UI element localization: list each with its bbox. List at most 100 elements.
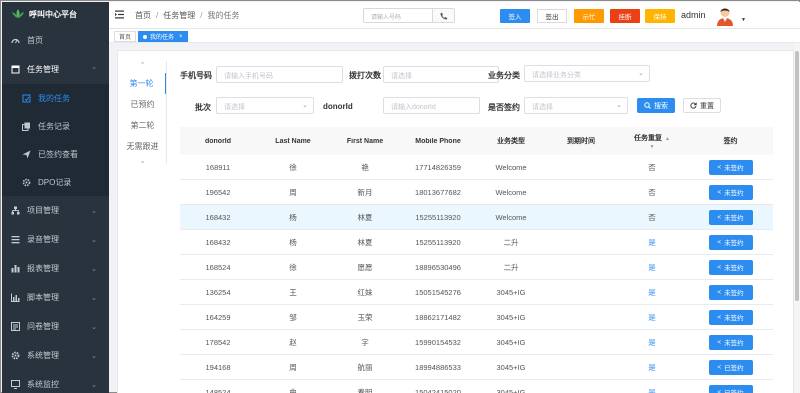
sidebar-item-system-management[interactable]: 系统管理 ⌄ bbox=[2, 341, 109, 370]
sign-status-label: 未签约 bbox=[724, 265, 744, 272]
cell-first-name: 航丽 bbox=[357, 362, 373, 372]
sidebar-item-project-management[interactable]: 项目管理 ⌄ bbox=[2, 196, 109, 225]
form-icon bbox=[11, 322, 20, 331]
sidebar-item-task-records[interactable]: 任务记录 bbox=[2, 112, 109, 140]
caret-down-icon[interactable]: ▼ bbox=[741, 17, 746, 23]
active-dot bbox=[143, 34, 147, 39]
refresh-icon bbox=[690, 102, 697, 109]
lotus-logo-icon bbox=[12, 9, 24, 18]
sign-button[interactable]: < 未签约 bbox=[708, 234, 753, 250]
sign-status-label: 已签约 bbox=[724, 387, 744, 393]
batch-select[interactable]: 请选择 ⌄ bbox=[216, 97, 314, 114]
hangup-button[interactable]: 挂断 bbox=[610, 9, 640, 23]
sign-button[interactable]: <已签约 bbox=[708, 384, 753, 393]
cell-task-repeat: 否 bbox=[648, 187, 656, 197]
sidebar-item-home[interactable]: 首页 bbox=[2, 26, 109, 55]
cell-mobile-phone: 15051545276 bbox=[415, 287, 461, 297]
breadcrumb-task-management[interactable]: 任务管理 bbox=[163, 11, 195, 20]
sign-button[interactable]: < 未签约 bbox=[708, 284, 753, 300]
donor-id-input[interactable]: 请输入donorId bbox=[383, 97, 480, 114]
tab-my-tasks[interactable]: 我的任务 × bbox=[138, 31, 188, 42]
task-submenu: 我的任务 任务记录 已签约查看 DPO记录 bbox=[2, 84, 109, 196]
avatar[interactable] bbox=[714, 4, 736, 26]
table-row[interactable]: 164259 邹 玉荣 18862171482 3045+IG 是 < 未签约 bbox=[180, 305, 773, 330]
sidebar-item-recording-management[interactable]: 录音管理 ⌄ bbox=[2, 225, 109, 254]
table-row[interactable]: 168524 徐 愿愿 18896530496 二升 是 < 未签约 bbox=[180, 255, 773, 280]
cell-mobile-phone: 15255113920 bbox=[415, 237, 461, 247]
col-mobile-phone: Mobile Phone bbox=[415, 137, 461, 145]
table-row[interactable]: 148524 曲 春明 15042415020 3045+IG 是 <已签约 bbox=[180, 380, 773, 393]
sidebar-item-signed-view[interactable]: 已签约查看 bbox=[2, 140, 109, 168]
business-type-label: 业务分类 bbox=[488, 71, 520, 80]
table-row[interactable]: 168432 杨 林夏 15255113920 Welcome 否 < 未签约 bbox=[180, 205, 773, 230]
table-row[interactable]: 178542 赵 字 15990154532 3045+IG 是 < 未签约 bbox=[180, 330, 773, 355]
share-icon: < bbox=[717, 313, 722, 321]
sidebar-item-task-management[interactable]: 任务管理 ⌃ bbox=[2, 55, 109, 84]
sign-button[interactable]: < 未签约 bbox=[708, 159, 753, 175]
business-type-select[interactable]: 请选择业务分类 ⌄ bbox=[524, 65, 650, 82]
round-tab-no-followup[interactable]: 无需跟进 bbox=[118, 136, 167, 157]
search-button[interactable]: 搜索 bbox=[637, 98, 675, 113]
dial-number-input[interactable]: 请输入号码 bbox=[364, 9, 432, 22]
sign-status-label: 未签约 bbox=[724, 315, 744, 322]
col-sign: 签约 bbox=[723, 138, 738, 145]
round-tab-booked[interactable]: 已预约 bbox=[118, 94, 167, 115]
menu-toggle-icon[interactable] bbox=[115, 10, 124, 19]
share-icon: < bbox=[717, 338, 722, 346]
table-row[interactable]: 194168 周 航丽 18994886533 3045+IG 是 < 已签约 bbox=[180, 355, 773, 380]
top-bar: 首页 / 任务管理 / 我的任务 请输入号码 签入 签出 示忙 挂断 保持 admin … bbox=[109, 2, 800, 29]
table-row[interactable]: 168911 徐 艳 17714826359 Welcome 否 < 未签约 bbox=[180, 155, 773, 180]
sign-button[interactable]: <已签约 bbox=[708, 359, 753, 375]
app-frame: 呼叫中心平台 首页 任务管理 ⌃ 我的任务 任务记录 已签约查看 DPO记录 项… bbox=[0, 0, 800, 393]
hold-button[interactable]: 保持 bbox=[645, 9, 675, 23]
app-title: 呼叫中心平台 bbox=[29, 9, 77, 19]
cell-donor-id: 164259 bbox=[205, 312, 231, 322]
list-icon bbox=[11, 235, 20, 244]
breadcrumb-home[interactable]: 首页 bbox=[135, 11, 151, 20]
sidebar-item-my-tasks[interactable]: 我的任务 bbox=[2, 84, 109, 112]
cell-business-type: 3045+IG bbox=[496, 312, 526, 322]
round-tab-second[interactable]: 第二轮 bbox=[118, 115, 167, 136]
cell-first-name: 愿愿 bbox=[357, 262, 373, 272]
chevron-down-icon: ⌄ bbox=[638, 70, 644, 77]
chevron-down-icon: ⌄ bbox=[91, 207, 97, 215]
cell-mobile-phone: 15255113920 bbox=[415, 212, 461, 222]
checkin-button[interactable]: 签入 bbox=[500, 9, 530, 23]
sign-button[interactable]: < 未签约 bbox=[708, 309, 753, 325]
checkout-button[interactable]: 签出 bbox=[537, 9, 567, 23]
scrollbar[interactable] bbox=[794, 43, 800, 393]
table-row[interactable]: 196542 周 新月 18013677682 Welcome 否 < 未签约 bbox=[180, 180, 773, 205]
sign-button[interactable]: < 未签约 bbox=[708, 334, 753, 350]
sign-button[interactable]: < 未签约 bbox=[708, 184, 753, 200]
dial-count-select[interactable]: 请选择 ⌄ bbox=[383, 66, 499, 83]
sidebar-item-dpo-records[interactable]: DPO记录 bbox=[2, 168, 109, 196]
sidebar-item-script-management[interactable]: 脚本管理 ⌄ bbox=[2, 283, 109, 312]
chevron-down-icon[interactable]: ⌄ bbox=[118, 157, 167, 169]
round-tab-first[interactable]: 第一轮 bbox=[118, 73, 167, 94]
busy-button[interactable]: 示忙 bbox=[574, 9, 604, 23]
dial-button[interactable] bbox=[432, 9, 454, 22]
sign-button[interactable]: < 未签约 bbox=[708, 209, 753, 225]
scrollbar-thumb[interactable] bbox=[795, 51, 799, 301]
chevron-up-icon[interactable]: ⌃ bbox=[118, 61, 167, 73]
sign-button[interactable]: < 未签约 bbox=[708, 259, 753, 275]
brand: 呼叫中心平台 bbox=[2, 2, 109, 26]
table-body: 168911 徐艳 17714826359 Welcome 否 < 未签约 196542 周新月… bbox=[180, 155, 773, 393]
cell-task-repeat: 是 bbox=[648, 362, 656, 372]
col-task-repeat[interactable]: 任务重复 ▲ ▼ bbox=[616, 133, 688, 150]
table-row[interactable]: 168432 杨 林夏 15255113920 二升 是 < 未签约 bbox=[180, 230, 773, 255]
reset-button[interactable]: 重置 bbox=[683, 98, 721, 113]
sidebar-item-survey-management[interactable]: 问卷管理 ⌄ bbox=[2, 312, 109, 341]
cell-donor-id: 168432 bbox=[205, 237, 231, 247]
share-icon: < bbox=[717, 238, 722, 246]
sign-status-label: 未签约 bbox=[724, 215, 744, 222]
signed-filter-select[interactable]: 请选择 ⌄ bbox=[524, 97, 628, 114]
table-row[interactable]: 136254 王 红妹 15051545276 3045+IG 是 < 未签约 bbox=[180, 280, 773, 305]
tab-home[interactable]: 首页 bbox=[114, 31, 137, 42]
chevron-down-icon: ⌄ bbox=[302, 102, 308, 109]
sidebar-item-report-management[interactable]: 报表管理 ⌄ bbox=[2, 254, 109, 283]
phone-filter-input[interactable]: 请输入手机号码 bbox=[216, 66, 343, 83]
close-icon[interactable]: × bbox=[179, 34, 183, 40]
sign-status-label: 未签约 bbox=[724, 340, 744, 347]
sidebar-item-system-monitor[interactable]: 系统监控 ⌄ bbox=[2, 370, 109, 393]
